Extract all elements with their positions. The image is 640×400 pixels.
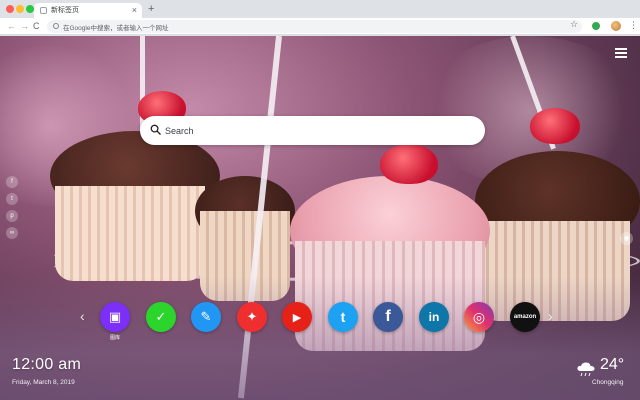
notes-app[interactable]: ✎ <box>191 302 221 332</box>
amazon-app[interactable]: amazon <box>510 302 540 332</box>
address-bar[interactable]: 在Google中搜索，或者输入一个网址 <box>47 20 582 33</box>
clock-date: Friday, March 8, 2019 <box>12 379 75 386</box>
wallpaper-switch-icon[interactable]: ◉ <box>620 232 633 245</box>
checklist-icon: ✓ <box>146 302 176 332</box>
tab-new-tab[interactable]: 新标签页 × <box>34 3 142 18</box>
pinterest-small-icon[interactable]: p <box>6 210 18 222</box>
app-label: 图库 <box>109 335 120 341</box>
window-maximize-button[interactable] <box>26 5 34 13</box>
new-tab-page: f t p ∞ ◉ ‹ ▣ 图库 ✓ ✎ ✦ ▶ t <box>0 36 640 400</box>
notes-icon: ✎ <box>191 302 221 332</box>
search-box[interactable] <box>140 116 485 145</box>
profile-avatar[interactable] <box>611 21 621 31</box>
app-dock: ‹ ▣ 图库 ✓ ✎ ✦ ▶ t f in ◎ amazon › <box>0 302 640 350</box>
window-close-button[interactable] <box>6 5 14 13</box>
tab-title: 新标签页 <box>51 7 79 14</box>
extension-icon[interactable] <box>592 22 600 30</box>
facebook-small-icon[interactable]: f <box>6 176 18 188</box>
tab-bar: 新标签页 × + <box>0 0 640 18</box>
cloud-rain-icon <box>577 362 595 377</box>
weather-city: Chongqing <box>592 379 624 386</box>
youtube-icon: ▶ <box>282 302 312 332</box>
strawberry <box>380 144 438 184</box>
browser-toolbar: ← → C 在Google中搜索，或者输入一个网址 ☆ ⋮ <box>0 18 640 35</box>
dock-next-icon[interactable]: › <box>548 308 553 324</box>
twitter-app[interactable]: t <box>328 302 358 332</box>
forward-button[interactable]: → <box>20 20 29 32</box>
dock-prev-icon[interactable]: ‹ <box>80 308 85 324</box>
instagram-icon: ◎ <box>464 302 494 332</box>
cupcake-liner <box>55 186 205 281</box>
tab-favicon-icon <box>40 7 47 14</box>
gallery-app[interactable]: ▣ 图库 <box>100 302 130 341</box>
side-share-icons: f t p ∞ <box>6 176 20 244</box>
back-button[interactable]: ← <box>7 20 16 32</box>
search-icon <box>150 124 161 135</box>
search-input[interactable] <box>165 119 465 142</box>
facebook-icon: f <box>373 302 403 332</box>
youtube-app[interactable]: ▶ <box>282 302 312 332</box>
tab-close-icon[interactable]: × <box>132 4 137 16</box>
new-tab-button[interactable]: + <box>148 2 154 16</box>
bookmark-star-icon[interactable]: ☆ <box>570 19 578 30</box>
facebook-app[interactable]: f <box>373 302 403 332</box>
hamburger-icon[interactable] <box>615 48 627 58</box>
amazon-icon: amazon <box>510 302 540 332</box>
weather-temperature: 24° <box>600 356 625 373</box>
linkedin-icon: in <box>419 302 449 332</box>
reload-button[interactable]: C <box>33 20 40 32</box>
strawberry <box>530 108 580 144</box>
address-bar-text: 在Google中搜索，或者输入一个网址 <box>63 25 169 32</box>
gallery-icon: ▣ <box>100 302 130 332</box>
game-app[interactable]: ✦ <box>237 302 267 332</box>
window-minimize-button[interactable] <box>16 5 24 13</box>
google-search-icon <box>53 23 59 29</box>
twitter-icon: t <box>328 302 358 332</box>
browser-menu-icon[interactable]: ⋮ <box>629 20 638 31</box>
twitter-small-icon[interactable]: t <box>6 193 18 205</box>
instagram-app[interactable]: ◎ <box>464 302 494 332</box>
game-icon: ✦ <box>237 302 267 332</box>
tasks-app[interactable]: ✓ <box>146 302 176 332</box>
link-small-icon[interactable]: ∞ <box>6 227 18 239</box>
linkedin-app[interactable]: in <box>419 302 449 332</box>
clock-time: 12:00 am <box>12 356 82 373</box>
